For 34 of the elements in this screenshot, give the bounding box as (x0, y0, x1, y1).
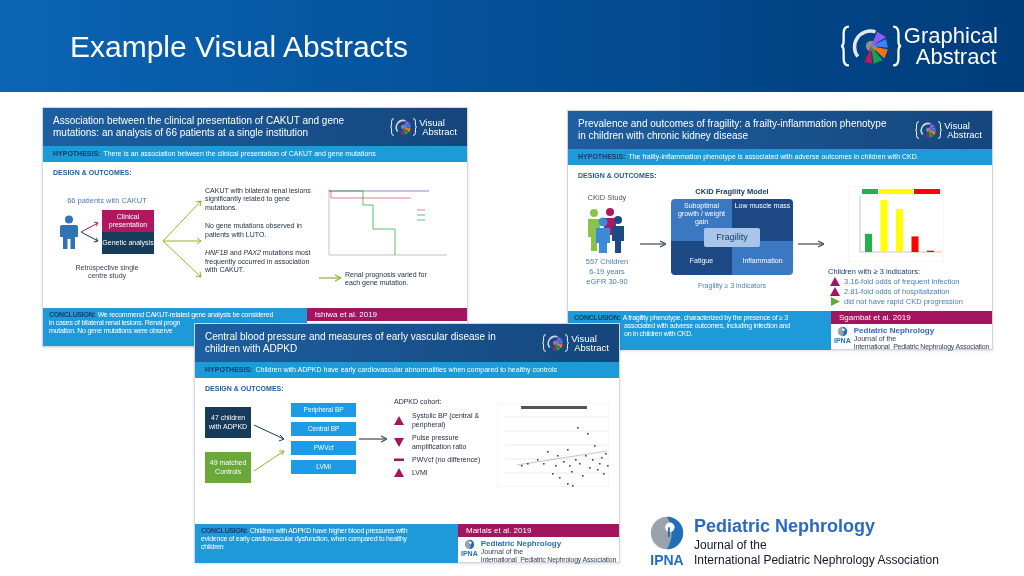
logo-text: Visual Abstract (419, 118, 457, 136)
journal-name: Pediatric Nephrology (694, 515, 877, 538)
logo-icon (839, 23, 902, 69)
journal-acronym: IPNA (650, 552, 684, 568)
arrow-icon (319, 273, 341, 282)
logo-text: Visual Abstract (571, 334, 609, 352)
logo-icon (390, 117, 418, 137)
abstract-title: Prevalence and outcomes of fragility: a frailty-inflammation phenotype in children with chronic kidney disease (578, 118, 888, 142)
logo-text: Graphical Abstract (903, 25, 998, 67)
up-triangle-icon (393, 415, 404, 425)
up-triangle-icon (393, 468, 404, 477)
citation-bar: Ishiwa et al. 2019 (306, 308, 467, 321)
journal-logo-icon (836, 326, 848, 337)
arrow-icon (358, 434, 387, 443)
citation-bar: Marlais et al. 2019 (458, 524, 619, 537)
abstract-title: Association between the clinical presentation of CAKUT and gene mutations: an analysis of 66 patients at a single institution (53, 115, 346, 139)
journal-subtitle: Journal of the (694, 538, 768, 553)
abstract-title: Central blood pressure and measures of early vascular disease in children with ADPKD (205, 331, 497, 355)
logo-icon (542, 333, 570, 353)
journal-name: Pediatric Nephrology (480, 539, 563, 548)
journal-name: Pediatric Nephrology (853, 326, 936, 335)
journal-logo-icon (648, 514, 686, 552)
right-triangle-icon (830, 297, 840, 307)
journal-logo-icon (463, 539, 475, 550)
citation-bar: Sgambat et al. 2019 (831, 311, 992, 324)
arrow-icon (640, 239, 666, 248)
journal-org: International Pediatric Nephrology Association (694, 553, 939, 568)
arrow-icon (798, 239, 824, 248)
down-triangle-icon (393, 437, 404, 447)
logo-text: Visual Abstract (944, 121, 982, 139)
person-icon (60, 214, 78, 249)
slide-title: Example Visual Abstracts (70, 28, 408, 65)
branching-arrows-drawing (80, 218, 100, 245)
logo-icon (915, 120, 943, 140)
